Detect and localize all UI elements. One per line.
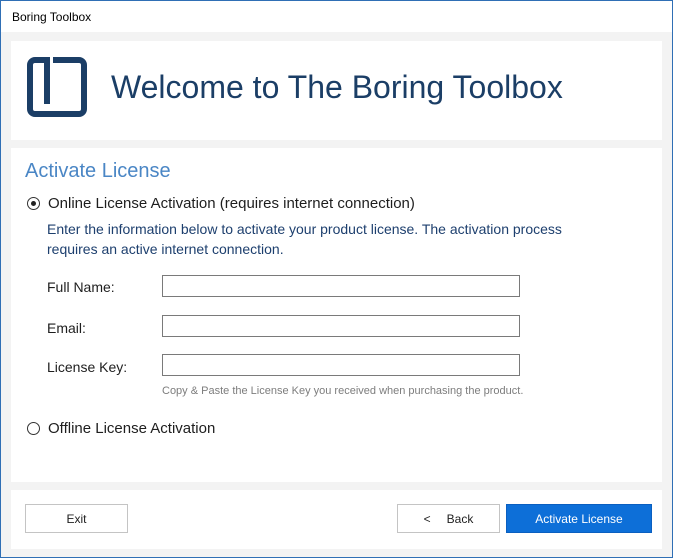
online-activation-label: Online License Activation (requires inte… [48, 195, 415, 212]
boring-toolbox-logo-icon [27, 57, 87, 117]
exit-button-label: Exit [66, 511, 87, 526]
back-button-label: Back [446, 511, 474, 526]
online-activation-description: Enter the information below to activate … [47, 219, 627, 259]
welcome-title: Welcome to The Boring Toolbox [111, 69, 563, 105]
activate-license-button[interactable]: Activate License [506, 504, 652, 533]
online-activation-option[interactable]: Online License Activation (requires inte… [27, 195, 415, 212]
activate-license-button-label: Activate License [535, 511, 623, 526]
email-field[interactable] [162, 315, 520, 337]
exit-button[interactable]: Exit [25, 504, 128, 533]
full-name-field[interactable] [162, 275, 520, 297]
license-key-field[interactable] [162, 354, 520, 376]
description-line-1: Enter the information below to activate … [47, 221, 562, 237]
online-activation-radio[interactable] [27, 197, 40, 210]
license-key-hint: Copy & Paste the License Key you receive… [162, 385, 524, 397]
email-label: Email: [47, 320, 86, 336]
description-line-2: requires an active internet connection. [47, 241, 284, 257]
activation-panel: Activate License Online License Activati… [11, 148, 662, 482]
offline-activation-label: Offline License Activation [48, 420, 216, 437]
window-title: Boring Toolbox [12, 10, 92, 24]
offline-activation-radio[interactable] [27, 422, 40, 435]
back-button[interactable]: < Back [397, 504, 500, 533]
offline-activation-option[interactable]: Offline License Activation [27, 420, 215, 437]
section-title: Activate License [25, 160, 171, 182]
license-key-label: License Key: [47, 359, 128, 375]
chevron-left-icon: < [423, 511, 431, 526]
full-name-label: Full Name: [47, 279, 115, 295]
welcome-header: Welcome to The Boring Toolbox [11, 41, 662, 140]
title-bar[interactable]: Boring Toolbox [1, 1, 672, 32]
button-bar: Exit < Back Activate License [11, 490, 662, 549]
app-window: Boring Toolbox Welcome to The Boring Too… [0, 0, 673, 558]
